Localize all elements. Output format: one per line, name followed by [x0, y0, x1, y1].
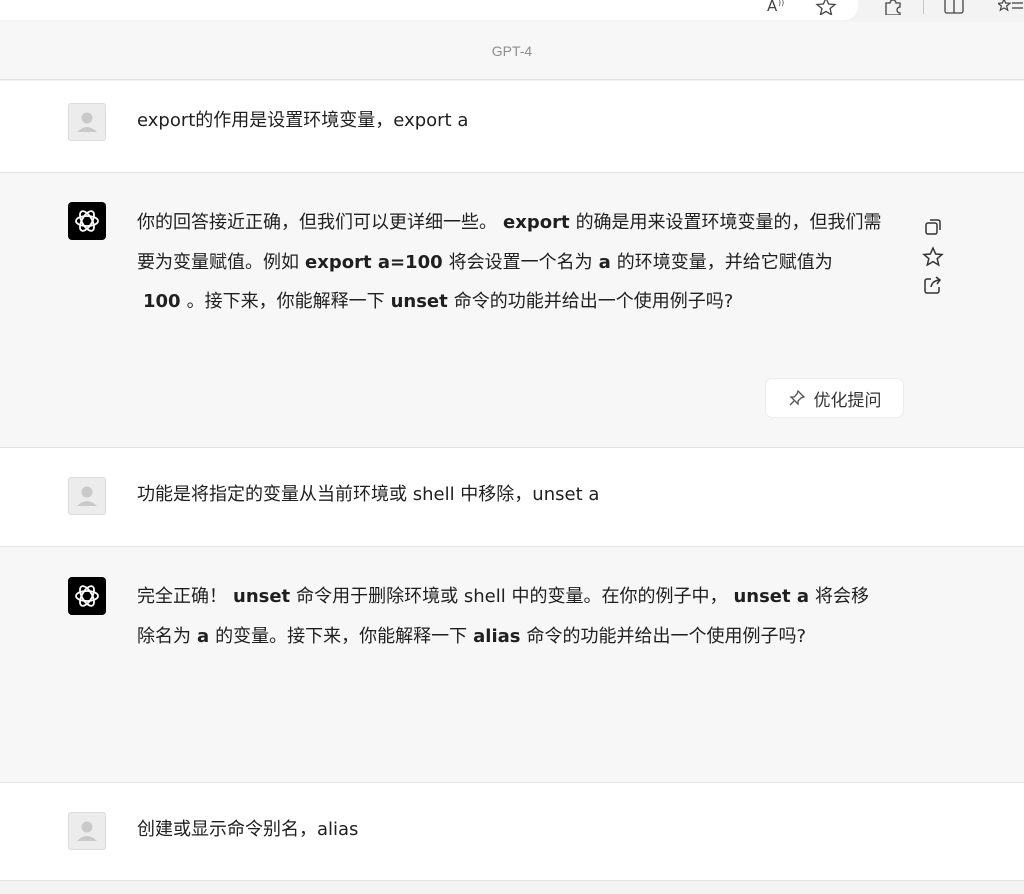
model-header: GPT-4: [0, 22, 1024, 80]
inline-code: 100: [143, 291, 181, 312]
bottom-strip: [0, 881, 1024, 894]
user-message-text: 功能是将指定的变量从当前环境或 shell 中移除，unset a: [137, 484, 600, 505]
svg-text:A: A: [767, 0, 778, 15]
assistant-message: 你的回答接近正确，但我们可以更详细一些。 export 的确是用来设置环境变量的，但…: [0, 173, 1024, 448]
copy-icon[interactable]: [922, 216, 944, 238]
extensions-icon[interactable]: [882, 0, 904, 15]
inline-code: export a=100: [305, 251, 443, 273]
address-text[interactable]: 3134209: [0, 0, 57, 3]
user-message: export的作用是设置环境变量，export a: [0, 81, 1024, 173]
user-message: 创建或显示命令别名，alias: [0, 783, 1024, 881]
browser-toolbar: 3134209 A)): [0, 0, 1024, 22]
chatgpt-avatar: [68, 577, 106, 615]
user-message-text: 创建或显示命令别名，alias: [137, 819, 359, 840]
user-avatar-icon: [77, 486, 97, 506]
read-aloud-icon[interactable]: A)): [766, 0, 788, 15]
inline-code: unset: [233, 586, 291, 607]
assistant-message-text: 你的回答接近正确，但我们可以更详细一些。 export 的确是用来设置环境变量的，但…: [137, 212, 882, 312]
pin-icon: [788, 389, 805, 406]
user-avatar: [68, 103, 106, 141]
share-icon[interactable]: [922, 274, 944, 296]
model-name: GPT-4: [491, 42, 533, 59]
user-avatar: [68, 477, 106, 515]
favorite-star-icon[interactable]: [815, 0, 837, 15]
inline-code: unset a: [733, 586, 810, 607]
optimize-prompt-label: 优化提问: [813, 390, 882, 411]
chatgpt-avatar: [68, 202, 106, 240]
svg-text:)): )): [778, 0, 784, 7]
openai-logo-icon: [75, 210, 99, 232]
user-avatar: [68, 812, 106, 850]
favorites-list-icon[interactable]: [998, 0, 1024, 15]
inline-code: unset: [390, 291, 448, 312]
openai-logo-icon: [75, 585, 99, 607]
user-avatar-icon: [77, 112, 97, 132]
inline-code: a: [197, 625, 210, 647]
assistant-message-text: 完全正确！ unset 命令用于删除环境或 shell 中的变量。在你的例子中， un…: [137, 586, 870, 647]
toolbar-divider: [923, 0, 924, 14]
split-screen-icon[interactable]: [943, 0, 965, 15]
address-bar[interactable]: 3134209: [0, 0, 858, 20]
star-icon[interactable]: [922, 246, 944, 268]
inline-code: alias: [473, 625, 521, 647]
user-avatar-icon: [77, 821, 97, 841]
user-message-text: export的作用是设置环境变量，export a: [137, 110, 469, 131]
message-actions: [922, 216, 944, 304]
inline-code: export: [503, 212, 570, 233]
user-message: 功能是将指定的变量从当前环境或 shell 中移除，unset a: [0, 448, 1024, 547]
inline-code: a: [598, 251, 611, 273]
assistant-message: 完全正确！ unset 命令用于删除环境或 shell 中的变量。在你的例子中， un…: [0, 547, 1024, 783]
optimize-prompt-button[interactable]: 优化提问: [766, 379, 903, 417]
